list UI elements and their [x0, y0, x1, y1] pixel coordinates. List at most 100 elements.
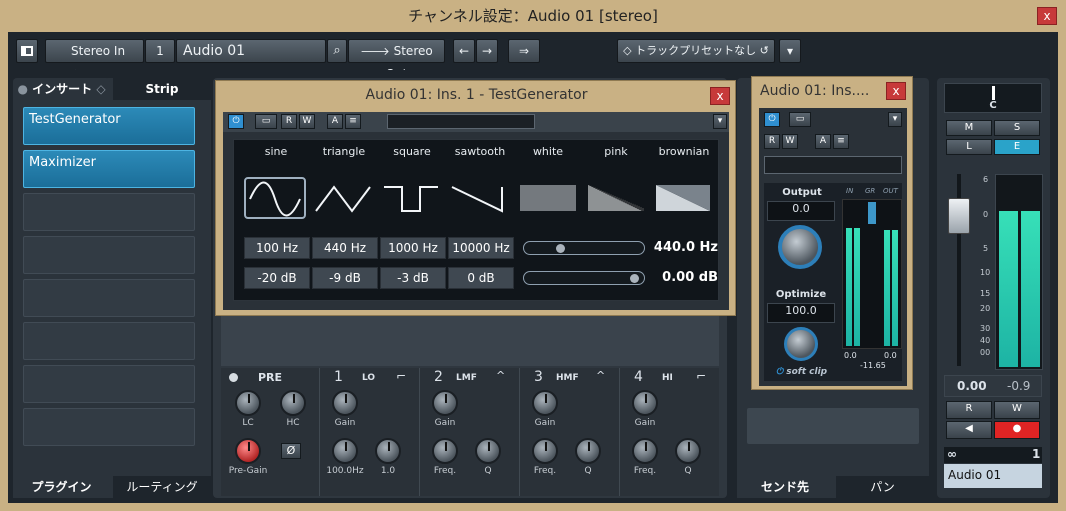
preset-field[interactable] — [387, 114, 535, 129]
channel-link-button[interactable]: ⇒ — [508, 39, 540, 63]
level-preset-minus3[interactable]: -3 dB — [380, 267, 446, 289]
insert-slot-7[interactable] — [23, 365, 195, 403]
band-2-gain-knob[interactable] — [432, 390, 458, 416]
band-2-q-knob[interactable] — [475, 438, 501, 464]
bypass-icon[interactable]: ▭ — [255, 114, 277, 129]
tab-strip[interactable]: Strip — [113, 78, 211, 100]
insert-slot-1[interactable]: TestGenerator — [23, 107, 195, 145]
phase-button[interactable]: Ø — [281, 443, 301, 459]
plugin-menu-icon[interactable]: ▾ — [713, 114, 727, 129]
search-icon[interactable]: ⌕ — [327, 39, 347, 63]
pregain-knob[interactable] — [235, 438, 261, 464]
frequency-slider-thumb[interactable] — [556, 244, 566, 253]
level-slider[interactable] — [523, 271, 645, 285]
channel-name-field[interactable]: Audio 01 — [176, 39, 326, 63]
level-preset-0[interactable]: 0 dB — [448, 267, 514, 289]
wave-sine-button[interactable] — [244, 177, 306, 219]
band-2-freq-knob[interactable] — [432, 438, 458, 464]
softclip-toggle[interactable]: ⏻ soft clip — [776, 367, 836, 377]
insert-slot-6[interactable] — [23, 322, 195, 360]
band-1-freq-knob[interactable] — [332, 438, 358, 464]
read-button[interactable]: R — [281, 114, 297, 129]
layout-toggle-button[interactable] — [16, 39, 38, 63]
read-automation-button[interactable]: R — [946, 401, 992, 419]
band-1-q-knob[interactable] — [375, 438, 401, 464]
fader-handle[interactable] — [948, 198, 970, 234]
window-close-button[interactable]: x — [1037, 7, 1057, 25]
maximizer-preset-field[interactable] — [764, 156, 902, 174]
mute-button[interactable]: M — [946, 120, 992, 136]
input-routing-selector[interactable]: Stereo In 🡐 — [45, 39, 144, 80]
volume-readout[interactable]: 0.00 -0.9 — [944, 375, 1042, 397]
level-preset-minus9[interactable]: -9 dB — [312, 267, 378, 289]
band-4-q-knob[interactable] — [675, 438, 701, 464]
band-3-q-knob[interactable] — [575, 438, 601, 464]
tab-inserts[interactable]: ● インサート ◇ — [13, 78, 110, 100]
pre-power-icon[interactable] — [229, 373, 238, 382]
tab-plugins[interactable]: プラグイン — [13, 476, 110, 498]
maximizer-bypass-icon[interactable]: ▭ — [789, 112, 811, 127]
level-preset-minus20[interactable]: -20 dB — [244, 267, 310, 289]
wave-sawtooth-button[interactable] — [448, 177, 510, 219]
freq-preset-100[interactable]: 100 Hz — [244, 237, 310, 259]
band-1-shape-icon[interactable]: ⌐ — [396, 369, 406, 383]
band-3-shape-icon[interactable]: ^ — [596, 369, 605, 382]
maximizer-ab-icon[interactable]: A — [815, 134, 831, 149]
freq-preset-1000[interactable]: 1000 Hz — [380, 237, 446, 259]
maximizer-read-button[interactable]: R — [764, 134, 780, 149]
monitor-icon[interactable]: ◀ — [946, 421, 992, 439]
insert-slot-2[interactable]: Maximizer — [23, 150, 195, 188]
lc-knob[interactable] — [235, 390, 261, 416]
hc-knob[interactable] — [280, 390, 306, 416]
insert-slot-3[interactable] — [23, 193, 195, 231]
band-1-gain-knob[interactable] — [332, 390, 358, 416]
wave-triangle-button[interactable] — [312, 177, 374, 219]
write-button[interactable]: W — [299, 114, 315, 129]
settings-icon[interactable]: ≡ — [345, 114, 361, 129]
frequency-slider[interactable] — [523, 241, 645, 255]
maximizer-settings-icon[interactable]: ≡ — [833, 134, 849, 149]
maximizer-write-button[interactable]: W — [782, 134, 798, 149]
output-knob[interactable] — [778, 225, 822, 269]
wave-pink-button[interactable] — [584, 177, 646, 219]
insert-slot-5[interactable] — [23, 279, 195, 317]
tab-sends[interactable]: センド先 — [737, 476, 833, 498]
freq-preset-10000[interactable]: 10000 Hz — [448, 237, 514, 259]
testgenerator-close-button[interactable]: x — [710, 87, 730, 105]
output-value[interactable]: 0.0 — [767, 201, 835, 221]
preset-menu-button[interactable]: ▾ — [779, 39, 801, 63]
maximizer-power-icon[interactable]: ⏻ — [764, 112, 780, 127]
channel-number[interactable]: 1 — [145, 39, 175, 63]
send-slot[interactable] — [747, 408, 919, 444]
band-4-shape-icon[interactable]: ⌐ — [696, 369, 706, 383]
band-3-gain-knob[interactable] — [532, 390, 558, 416]
band-4-freq-knob[interactable] — [632, 438, 658, 464]
wave-brownian-button[interactable] — [652, 177, 714, 219]
tab-routing[interactable]: ルーティング — [113, 476, 211, 498]
band-4-gain-knob[interactable] — [632, 390, 658, 416]
power-icon[interactable]: ⏻ — [228, 114, 244, 129]
edit-button[interactable]: E — [994, 139, 1040, 155]
pan-display[interactable]: C — [944, 83, 1042, 113]
level-slider-thumb[interactable] — [629, 274, 639, 283]
wave-white-button[interactable] — [516, 177, 578, 219]
optimize-knob[interactable] — [784, 327, 818, 361]
solo-button[interactable]: S — [994, 120, 1040, 136]
band-3-freq-knob[interactable] — [532, 438, 558, 464]
insert-slot-8[interactable] — [23, 408, 195, 446]
output-routing-selector[interactable]: 🡒 Stereo Out — [348, 39, 445, 81]
band-2-shape-icon[interactable]: ^ — [496, 369, 505, 382]
wave-square-button[interactable] — [380, 177, 442, 219]
maximizer-menu-icon[interactable]: ▾ — [888, 112, 902, 127]
tab-pan[interactable]: パン — [836, 476, 929, 498]
optimize-value[interactable]: 100.0 — [767, 303, 835, 323]
maximizer-close-button[interactable]: x — [886, 82, 906, 100]
freq-preset-440[interactable]: 440 Hz — [312, 237, 378, 259]
listen-button[interactable]: L — [946, 139, 992, 155]
previous-channel-button[interactable]: ← — [453, 39, 475, 63]
record-enable-button[interactable]: ● — [994, 421, 1040, 439]
track-preset-selector[interactable]: ◇ トラックプリセットなし ↺ — [617, 39, 775, 63]
channel-name-label[interactable]: Audio 01 — [944, 464, 1042, 488]
write-automation-button[interactable]: W — [994, 401, 1040, 419]
ab-compare-icon[interactable]: A — [327, 114, 343, 129]
